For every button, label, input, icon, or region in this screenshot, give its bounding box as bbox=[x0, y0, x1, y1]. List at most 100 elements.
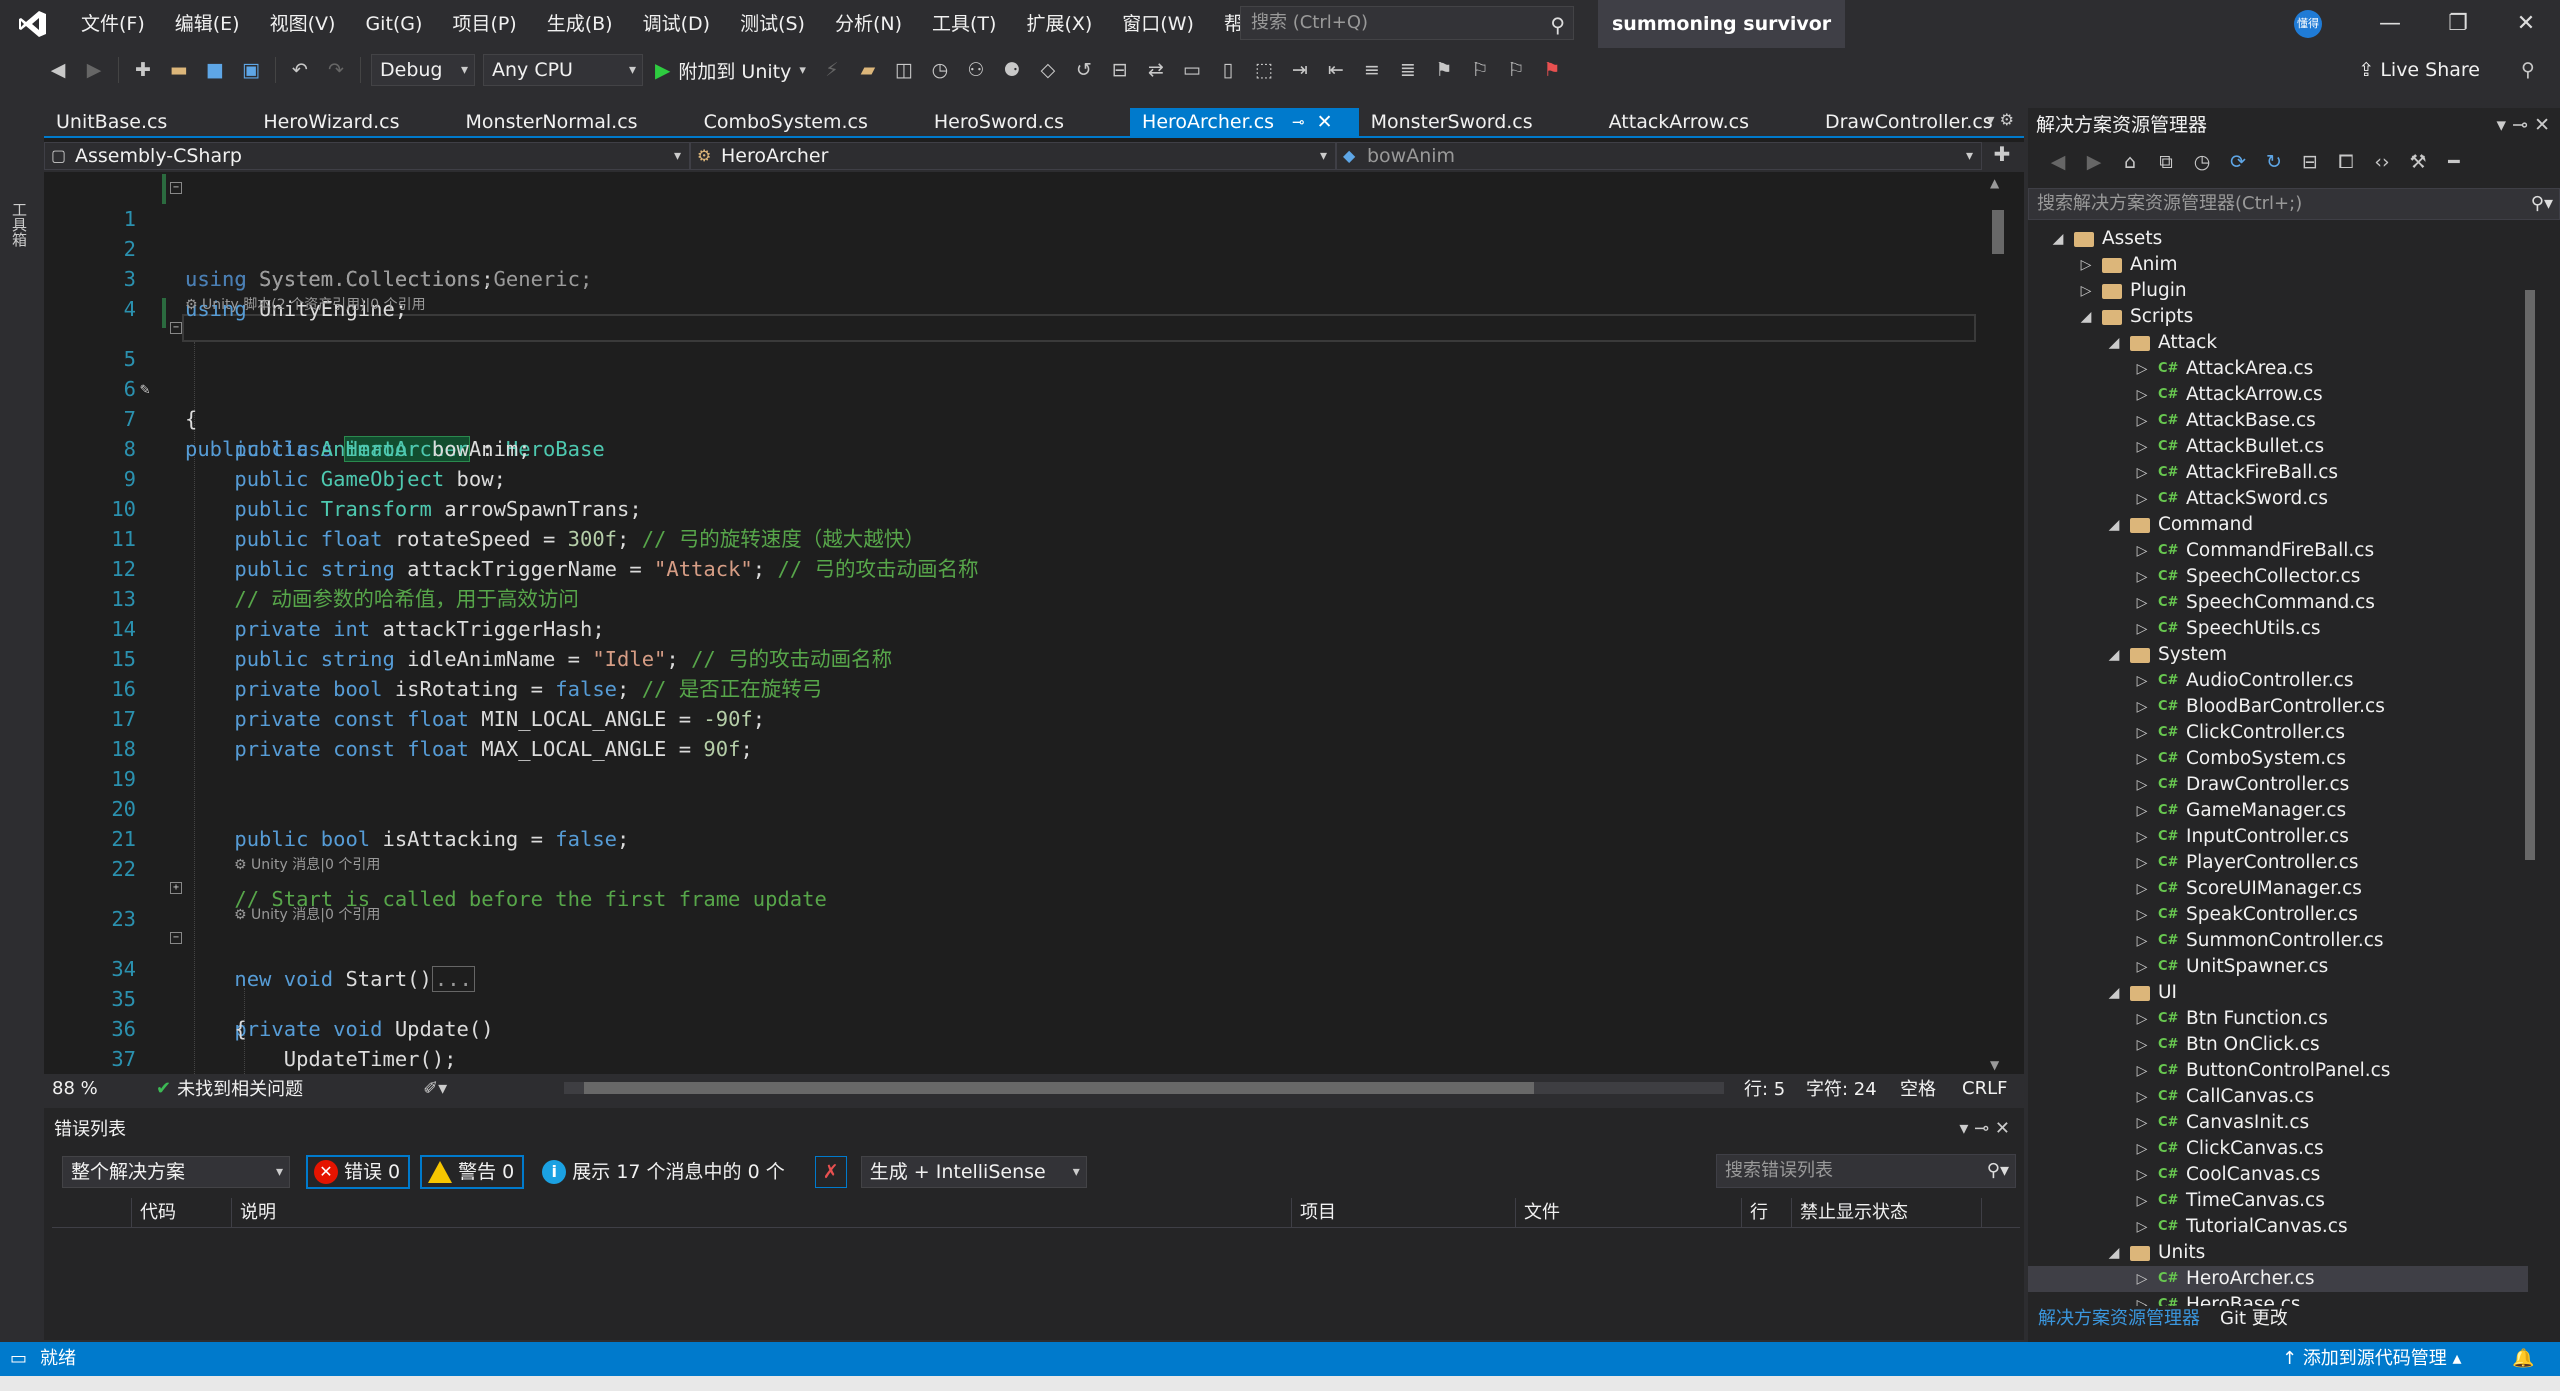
show-all-files-icon[interactable]: ⧠ bbox=[2330, 146, 2362, 178]
collapsed-arrow-icon[interactable]: ▷ bbox=[2134, 1058, 2150, 1084]
comment-icon[interactable]: ≡ bbox=[1356, 54, 1388, 86]
column-blank[interactable] bbox=[52, 1198, 132, 1228]
history-icon[interactable]: ↺ bbox=[1068, 54, 1100, 86]
switch-views-icon[interactable]: ⧉ bbox=[2150, 146, 2182, 178]
refresh-icon[interactable]: ↻ bbox=[2258, 146, 2290, 178]
tree-file[interactable]: ▷ C# InputController.cs bbox=[2028, 824, 2528, 850]
tree-file[interactable]: ▷ C# AttackSword.cs bbox=[2028, 486, 2528, 512]
collapsed-arrow-icon[interactable]: ▷ bbox=[2134, 460, 2150, 486]
tree-file[interactable]: ▷ C# ClickCanvas.cs bbox=[2028, 1136, 2528, 1162]
tab-monsternormal[interactable]: MonsterNormal.cs bbox=[426, 108, 664, 136]
menu-item[interactable]: Git(G) bbox=[350, 0, 437, 48]
tree-folder[interactable]: ◢ System bbox=[2028, 642, 2528, 668]
tree-folder[interactable]: ◢ Attack bbox=[2028, 330, 2528, 356]
fold-toggle-icon[interactable]: − bbox=[170, 322, 182, 334]
solution-scrollbar[interactable] bbox=[2520, 226, 2540, 1306]
tree-folder[interactable]: ▷ Anim bbox=[2028, 252, 2528, 278]
outdent-icon[interactable]: ⇤ bbox=[1320, 54, 1352, 86]
collapsed-arrow-icon[interactable]: ▷ bbox=[2134, 408, 2150, 434]
tree-file[interactable]: ▷ C# TutorialCanvas.cs bbox=[2028, 1214, 2528, 1240]
tab-monstersword[interactable]: MonsterSword.cs bbox=[1359, 108, 1559, 136]
tree-file[interactable]: ▷ C# SpeechCommand.cs bbox=[2028, 590, 2528, 616]
tree-file[interactable]: ▷ C# CoolCanvas.cs bbox=[2028, 1162, 2528, 1188]
chevron-down-icon[interactable]: ▾ bbox=[799, 63, 806, 78]
tree-file[interactable]: ▷ C# ComboSystem.cs bbox=[2028, 746, 2528, 772]
scroll-down-icon[interactable]: ▼ bbox=[1990, 1058, 1999, 1072]
scroll-thumb[interactable] bbox=[2525, 290, 2535, 860]
split-icon[interactable]: ✚ bbox=[1982, 142, 2022, 172]
menu-item[interactable]: 分析(N) bbox=[820, 0, 917, 48]
scope-select[interactable]: 整个解决方案 bbox=[62, 1156, 290, 1188]
tree-file[interactable]: ▷ C# CallCanvas.cs bbox=[2028, 1084, 2528, 1110]
collapsed-arrow-icon[interactable]: ▷ bbox=[2078, 278, 2094, 304]
navigate-forward-icon[interactable]: ▶ bbox=[78, 54, 110, 86]
navigate-back-icon[interactable]: ◀ bbox=[42, 54, 74, 86]
close-tab-icon[interactable]: ✕ bbox=[1317, 108, 1333, 136]
collapse-all-icon[interactable]: ⊟ bbox=[2294, 146, 2326, 178]
tag-icon[interactable]: ◇ bbox=[1032, 54, 1064, 86]
home-icon[interactable]: ⌂ bbox=[2114, 146, 2146, 178]
scroll-up-icon[interactable]: ▲ bbox=[1990, 176, 1999, 190]
expanded-arrow-icon[interactable]: ◢ bbox=[2106, 330, 2122, 356]
tree-file[interactable]: ▷ C# UnitSpawner.cs bbox=[2028, 954, 2528, 980]
collapsed-arrow-icon[interactable]: ▷ bbox=[2134, 850, 2150, 876]
tree-file[interactable]: ▷ C# SpeakController.cs bbox=[2028, 902, 2528, 928]
menu-item[interactable]: 扩展(X) bbox=[1011, 0, 1107, 48]
collapsed-arrow-icon[interactable]: ▷ bbox=[2134, 954, 2150, 980]
swap-icon[interactable]: ⇄ bbox=[1140, 54, 1172, 86]
line-ending[interactable]: CRLF bbox=[1962, 1078, 2007, 1099]
next-bookmark-icon[interactable]: ⚐ bbox=[1500, 54, 1532, 86]
global-search-input[interactable]: 搜索 (Ctrl+Q) ⚲ bbox=[1240, 6, 1574, 40]
tree-folder[interactable]: ▷ Plugin bbox=[2028, 278, 2528, 304]
menu-item[interactable]: 测试(S) bbox=[725, 0, 820, 48]
tree-file[interactable]: ▷ C# AttackBullet.cs bbox=[2028, 434, 2528, 460]
clear-bookmarks-icon[interactable]: ⚑ bbox=[1536, 54, 1568, 86]
collapsed-arrow-icon[interactable]: ▷ bbox=[2134, 434, 2150, 460]
column-line[interactable]: 行 bbox=[1742, 1198, 1792, 1228]
fold-toggle-icon[interactable]: − bbox=[170, 932, 182, 944]
expanded-arrow-icon[interactable]: ◢ bbox=[2106, 642, 2122, 668]
errors-filter-button[interactable]: ✕ 错误 0 bbox=[306, 1155, 411, 1189]
collapsed-arrow-icon[interactable]: ▷ bbox=[2134, 746, 2150, 772]
collapsed-arrow-icon[interactable]: ▷ bbox=[2078, 252, 2094, 278]
collapsed-arrow-icon[interactable]: ▷ bbox=[2134, 1266, 2150, 1292]
editor-horizontal-scrollbar[interactable] bbox=[564, 1082, 1724, 1094]
scroll-thumb[interactable] bbox=[1992, 210, 2004, 254]
window-icon[interactable]: ▭ bbox=[1176, 54, 1208, 86]
save-all-icon[interactable]: ▣ bbox=[235, 54, 267, 86]
column-code[interactable]: 代码 bbox=[132, 1198, 232, 1228]
configuration-select[interactable]: Debug bbox=[371, 54, 475, 86]
pending-changes-icon[interactable]: ◷ bbox=[2186, 146, 2218, 178]
collapsed-arrow-icon[interactable]: ▷ bbox=[2134, 616, 2150, 642]
folder-icon[interactable]: ▯ bbox=[1212, 54, 1244, 86]
collapsed-arrow-icon[interactable]: ▷ bbox=[2134, 1188, 2150, 1214]
menu-item[interactable]: 生成(B) bbox=[532, 0, 628, 48]
editor-vertical-scrollbar[interactable]: ▲ ▼ bbox=[1988, 174, 2008, 1074]
minimize-button[interactable]: — bbox=[2356, 0, 2424, 48]
open-folder-icon[interactable]: ▬ bbox=[163, 54, 195, 86]
collapsed-arrow-icon[interactable]: ▷ bbox=[2134, 668, 2150, 694]
column-suppression[interactable]: 禁止显示状态 bbox=[1792, 1198, 1982, 1228]
collapsed-arrow-icon[interactable]: ▷ bbox=[2134, 486, 2150, 512]
collapsed-arrow-icon[interactable]: ▷ bbox=[2134, 772, 2150, 798]
minimize-icon[interactable]: ━ bbox=[2438, 146, 2470, 178]
select-icon[interactable]: ⬚ bbox=[1248, 54, 1280, 86]
column-description[interactable]: 说明 bbox=[232, 1198, 1292, 1228]
code-editor[interactable]: 1 − using System.Collections; 2 using Sy… bbox=[44, 174, 1988, 1074]
collapsed-arrow-icon[interactable]: ▷ bbox=[2134, 876, 2150, 902]
pin-icon[interactable]: ⊸ bbox=[1292, 108, 1305, 136]
notifications-icon[interactable]: 🔔 bbox=[2512, 1342, 2534, 1376]
new-project-icon[interactable]: ✚ bbox=[127, 54, 159, 86]
tab-combosystem[interactable]: ComboSystem.cs bbox=[664, 108, 894, 136]
sync-icon[interactable]: ⟳ bbox=[2222, 146, 2254, 178]
tree-file[interactable]: ▷ C# AttackArrow.cs bbox=[2028, 382, 2528, 408]
feedback-icon[interactable]: ⚲ bbox=[2512, 54, 2544, 86]
collapsed-arrow-icon[interactable]: ▷ bbox=[2134, 928, 2150, 954]
error-list-search-input[interactable]: 搜索错误列表 ⚲▾ bbox=[1716, 1154, 2016, 1188]
tree-file[interactable]: ▷ C# ScoreUIManager.cs bbox=[2028, 876, 2528, 902]
member-select[interactable]: ◆ bowAnim bbox=[1336, 142, 1982, 170]
screenshot-icon[interactable]: ◫ bbox=[888, 54, 920, 86]
tab-herosword[interactable]: HeroSword.cs bbox=[894, 108, 1090, 136]
tree-folder[interactable]: ◢ Scripts bbox=[2028, 304, 2528, 330]
collapsed-arrow-icon[interactable]: ▷ bbox=[2134, 902, 2150, 928]
